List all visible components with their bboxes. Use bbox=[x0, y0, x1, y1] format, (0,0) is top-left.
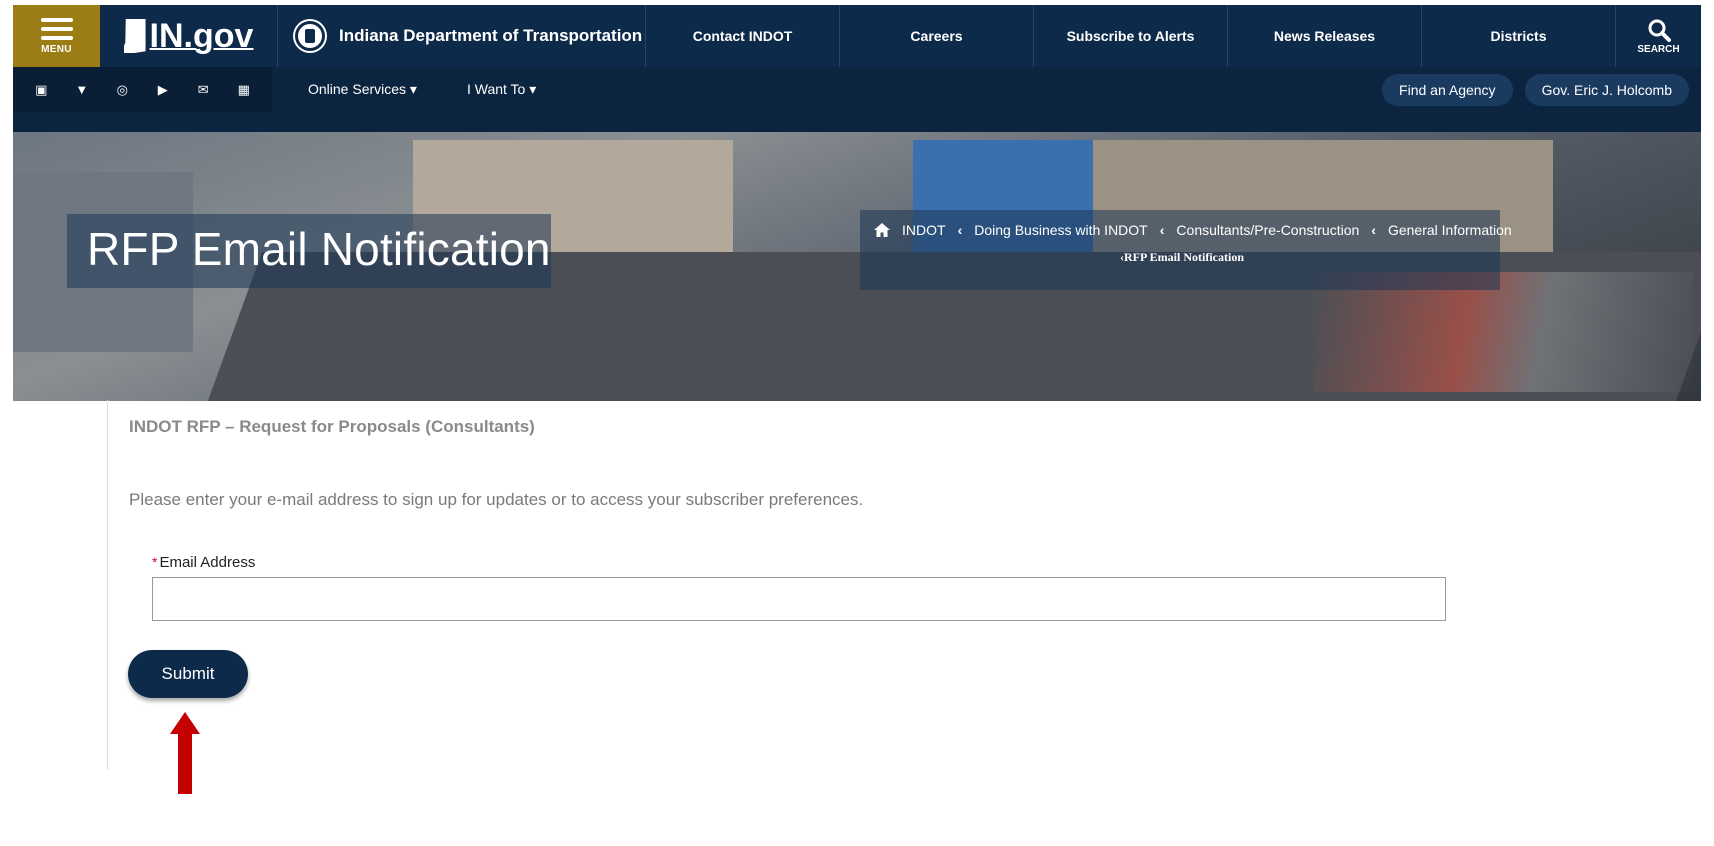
arrow-shaft bbox=[178, 732, 192, 794]
search-button[interactable]: SEARCH bbox=[1616, 5, 1701, 67]
intro-text: Please enter your e-mail address to sign… bbox=[129, 490, 864, 509]
hamburger-icon bbox=[40, 17, 73, 40]
arrow-head bbox=[170, 712, 200, 734]
email-input[interactable] bbox=[152, 577, 1446, 621]
submit-button[interactable]: Submit bbox=[128, 650, 248, 698]
chevron-left-icon: ‹ bbox=[1159, 222, 1165, 238]
email-label-text: Email Address bbox=[159, 554, 256, 571]
state-seal-icon bbox=[295, 21, 325, 51]
annotation-arrow-icon bbox=[170, 712, 200, 794]
chevron-left-icon: ‹ bbox=[957, 222, 963, 238]
nav-careers[interactable]: Careers bbox=[840, 5, 1034, 67]
section-heading: INDOT RFP – Request for Proposals (Consu… bbox=[129, 417, 535, 436]
nav-contact-indot[interactable]: Contact INDOT bbox=[646, 5, 840, 67]
breadcrumb-doing-business[interactable]: Doing Business with INDOT bbox=[974, 222, 1148, 238]
nav-subscribe-alerts[interactable]: Subscribe to Alerts bbox=[1034, 5, 1228, 67]
find-agency-button[interactable]: Find an Agency bbox=[1382, 73, 1513, 106]
nav-news-releases[interactable]: News Releases bbox=[1228, 5, 1422, 67]
breadcrumb: INDOT ‹ Doing Business with INDOT ‹ Cons… bbox=[874, 222, 1654, 238]
agency-home-link[interactable]: Indiana Department of Transportation bbox=[278, 5, 646, 67]
email-icon[interactable]: ✉ bbox=[194, 82, 212, 98]
chevron-left-icon: ‹ bbox=[1371, 222, 1376, 238]
search-label: SEARCH bbox=[1637, 43, 1680, 55]
required-asterisk-icon: * bbox=[152, 554, 158, 570]
calendar-icon[interactable]: ▦ bbox=[235, 82, 253, 98]
youtube-icon[interactable]: ▶ bbox=[154, 82, 172, 98]
home-icon bbox=[874, 223, 890, 237]
logo-text: IN.gov bbox=[149, 16, 254, 55]
instagram-icon[interactable]: ◎ bbox=[113, 82, 131, 98]
main-content: INDOT RFP – Request for Proposals (Consu… bbox=[107, 400, 1567, 770]
secondary-bar: ▣ ▼ ◎ ▶ ✉ ▦ Online Services ▾ I Want To … bbox=[13, 67, 1701, 112]
agency-name: Indiana Department of Transportation bbox=[339, 26, 643, 45]
ingov-logo[interactable]: IN.gov bbox=[100, 5, 278, 67]
sub-nav: Online Services ▾ I Want To ▾ bbox=[272, 81, 536, 98]
indiana-state-icon bbox=[123, 19, 146, 53]
menu-label: MENU bbox=[41, 43, 72, 55]
governor-button[interactable]: Gov. Eric J. Holcomb bbox=[1524, 73, 1689, 106]
breadcrumb-general-info[interactable]: General Information bbox=[1388, 222, 1512, 238]
page-title: RFP Email Notification bbox=[87, 223, 551, 275]
breadcrumb-indot[interactable]: INDOT bbox=[902, 222, 946, 238]
breadcrumb-current-label: RFP Email Notification bbox=[1124, 250, 1244, 264]
email-label: * Email Address bbox=[152, 554, 255, 571]
menu-button[interactable]: MENU bbox=[13, 5, 100, 67]
breadcrumb-current: ‹RFP Email Notification bbox=[1120, 250, 1244, 265]
online-services-dropdown[interactable]: Online Services ▾ bbox=[308, 81, 417, 98]
nav-districts[interactable]: Districts bbox=[1422, 5, 1616, 67]
top-header: MENU IN.gov Indiana Department of Transp… bbox=[13, 5, 1701, 67]
search-icon bbox=[1648, 19, 1671, 42]
page: MENU IN.gov Indiana Department of Transp… bbox=[0, 0, 1714, 846]
twitter-icon[interactable]: ▼ bbox=[73, 82, 91, 97]
i-want-to-dropdown[interactable]: I Want To ▾ bbox=[467, 81, 536, 98]
facebook-icon[interactable]: ▣ bbox=[32, 82, 50, 98]
top-nav: Contact INDOT Careers Subscribe to Alert… bbox=[646, 5, 1616, 67]
breadcrumb-consultants[interactable]: Consultants/Pre-Construction bbox=[1176, 222, 1359, 238]
sub-right-links: Find an Agency Gov. Eric J. Holcomb bbox=[1382, 73, 1701, 106]
social-links: ▣ ▼ ◎ ▶ ✉ ▦ bbox=[13, 67, 272, 112]
hero-light-trails bbox=[1313, 272, 1693, 392]
